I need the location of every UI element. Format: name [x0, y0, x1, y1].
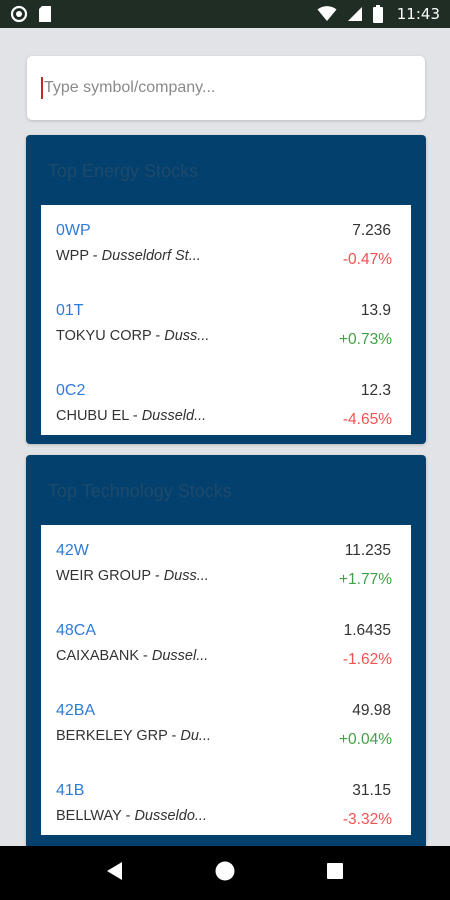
stock-list: 0WP WPP - Dusseldorf St... 7.236 -0.47% …	[41, 205, 411, 435]
status-left	[10, 5, 52, 23]
stock-company: TOKYU CORP - Duss...	[56, 328, 210, 344]
stock-price: 49.98	[352, 702, 391, 719]
recents-icon	[325, 861, 345, 886]
stock-price: 11.235	[344, 542, 391, 559]
stock-change: +0.73%	[338, 331, 392, 348]
technology-stocks-card: Top Technology Stocks 42W WEIR GROUP - D…	[26, 455, 426, 855]
exchange-name: Dussel...	[151, 648, 209, 664]
stock-row[interactable]: 41B BELLWAY - Dusseldo... 31.15 -3.32%	[41, 765, 411, 845]
home-button[interactable]	[205, 853, 245, 893]
company-name: WPP	[56, 248, 89, 264]
stock-change: +0.04%	[338, 731, 392, 748]
status-time: 11:43	[396, 5, 440, 23]
stock-row[interactable]: 01T TOKYU CORP - Duss... 13.9 +0.73%	[41, 285, 411, 365]
navigation-bar	[0, 846, 450, 900]
exchange-name: Dusseldo...	[134, 808, 207, 824]
search-box[interactable]	[27, 56, 425, 120]
back-button[interactable]	[95, 853, 135, 893]
stock-price: 7.236	[352, 222, 391, 239]
stock-row[interactable]: 48CA CAIXABANK - Dussel... 1.6435 -1.62%	[41, 605, 411, 685]
stock-price: 1.6435	[343, 622, 391, 639]
company-name: CAIXABANK	[56, 648, 139, 664]
stock-company: BELLWAY - Dusseldo...	[56, 808, 207, 824]
sd-card-icon	[38, 5, 52, 23]
stock-symbol: 42W	[56, 542, 89, 559]
stock-company: WEIR GROUP - Duss...	[56, 568, 209, 584]
stock-row[interactable]: 42BA BERKELEY GRP - Du... 49.98 +0.04%	[41, 685, 411, 765]
stock-company: WPP - Dusseldorf St...	[56, 248, 201, 264]
home-icon	[214, 860, 236, 887]
text-cursor	[41, 77, 43, 99]
status-bar: 11:43	[0, 0, 450, 28]
stock-price: 13.9	[360, 302, 391, 319]
company-name: TOKYU CORP	[56, 328, 152, 344]
search-input[interactable]	[44, 73, 404, 103]
signal-icon	[347, 6, 363, 22]
stock-change: -4.65%	[342, 411, 392, 428]
exchange-name: Duss...	[163, 568, 209, 584]
card-title: Top Energy Stocks	[48, 161, 199, 181]
stock-symbol: 0WP	[56, 222, 91, 239]
stock-price: 31.15	[352, 782, 391, 799]
stock-list: 42W WEIR GROUP - Duss... 11.235 +1.77% 4…	[41, 525, 411, 835]
exchange-name: Dusseldorf St...	[101, 248, 201, 264]
stock-change: -3.32%	[342, 811, 392, 828]
battery-icon	[372, 5, 383, 23]
stock-row[interactable]: 0WP WPP - Dusseldorf St... 7.236 -0.47%	[41, 205, 411, 285]
exchange-name: Du...	[180, 728, 212, 744]
stock-row[interactable]: 42W WEIR GROUP - Duss... 11.235 +1.77%	[41, 525, 411, 605]
company-name: WEIR GROUP	[56, 568, 151, 584]
stock-symbol: 48CA	[56, 622, 97, 639]
stock-company: CHUBU EL - Dusseld...	[56, 408, 207, 424]
card-title: Top Technology Stocks	[48, 481, 232, 501]
stock-row[interactable]: 0C2 CHUBU EL - Dusseld... 12.3 -4.65%	[41, 365, 411, 445]
energy-stocks-card: Top Energy Stocks 0WP WPP - Dusseldorf S…	[26, 135, 426, 444]
stock-change: +1.77%	[338, 571, 392, 588]
stock-symbol: 42BA	[56, 702, 96, 719]
stock-company: BERKELEY GRP - Du...	[56, 728, 212, 744]
exchange-name: Dusseld...	[141, 408, 207, 424]
circle-notification-icon	[10, 5, 28, 23]
stock-symbol: 01T	[56, 302, 84, 319]
exchange-name: Duss...	[164, 328, 210, 344]
stock-symbol: 41B	[56, 782, 85, 799]
stock-symbol: 0C2	[56, 382, 86, 399]
stock-price: 12.3	[360, 382, 391, 399]
status-right: 11:43	[317, 5, 440, 23]
stock-change: -0.47%	[342, 251, 392, 268]
company-name: BELLWAY	[56, 808, 122, 824]
stock-company: CAIXABANK - Dussel...	[56, 648, 209, 664]
wifi-icon	[317, 6, 337, 22]
stock-change: -1.62%	[342, 651, 392, 668]
recents-button[interactable]	[315, 853, 355, 893]
company-name: BERKELEY GRP	[56, 728, 168, 744]
back-icon	[105, 860, 125, 887]
company-name: CHUBU EL	[56, 408, 129, 424]
